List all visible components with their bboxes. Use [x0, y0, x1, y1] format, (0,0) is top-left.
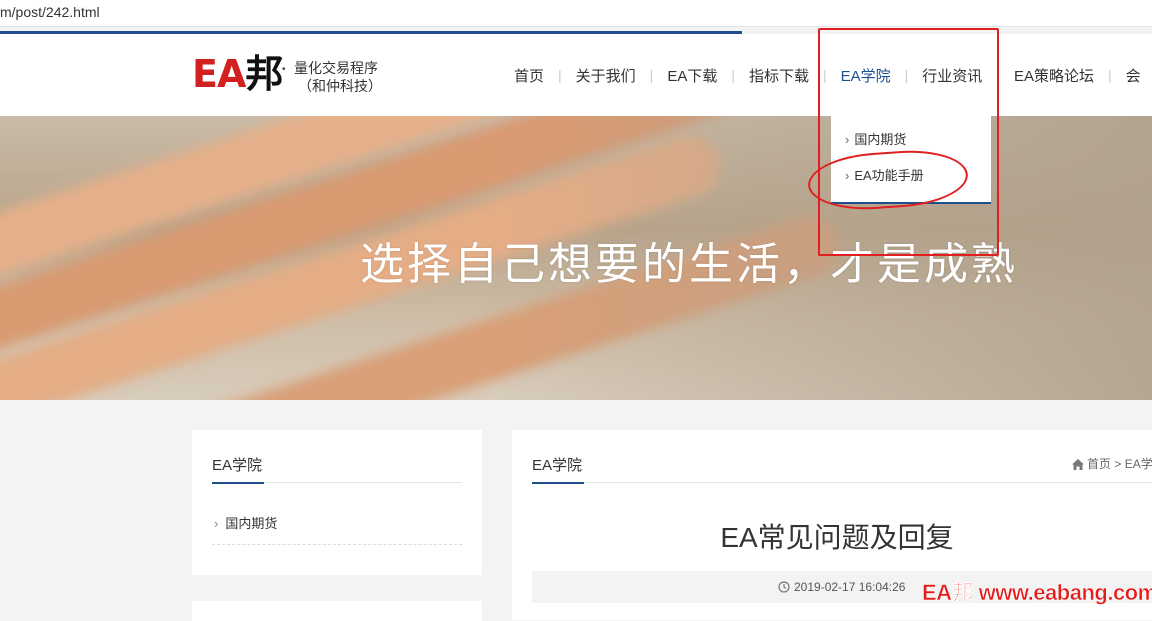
breadcrumb-separator: >	[1114, 457, 1122, 471]
sidebar-divider	[212, 544, 462, 545]
site-watermark: EA邦 www.eabang.com	[922, 580, 1152, 606]
clock-icon	[778, 581, 790, 593]
breadcrumb-home[interactable]: 首页	[1087, 457, 1111, 471]
post-title: EA常见问题及回复	[720, 522, 954, 553]
site-logo[interactable]: EA邦 • 量化交易程序 （和仲科技）	[192, 50, 402, 98]
logo-mark: EA邦	[192, 52, 283, 96]
breadcrumb: 首页 > EA学	[1072, 455, 1152, 472]
post-time: 2019-02-17 16:04:26	[778, 580, 905, 594]
sidebar-title-divider	[212, 482, 462, 484]
url-text: m/post/242.html	[0, 4, 100, 20]
logo-tagline-2: （和仲科技）	[298, 80, 382, 95]
nav-item-about[interactable]: 关于我们	[562, 65, 650, 86]
nav-item-indicator-download[interactable]: 指标下载	[735, 65, 823, 86]
logo-mark-char: 邦	[245, 52, 283, 96]
sidebar-title: EA学院	[212, 457, 263, 474]
chevron-right-icon: ›	[214, 516, 219, 531]
annotation-box	[818, 28, 999, 256]
logo-tagline-1: 量化交易程序	[294, 62, 378, 77]
section-title-divider	[532, 482, 1152, 484]
section-title: EA学院	[532, 457, 583, 474]
logo-dot: •	[282, 64, 286, 75]
nav-item-home[interactable]: 首页	[500, 65, 558, 86]
home-icon	[1072, 459, 1084, 470]
breadcrumb-current[interactable]: EA学	[1125, 457, 1152, 471]
nav-item-ea-download[interactable]: EA下载	[653, 65, 731, 86]
sidebar-panel-2	[192, 601, 482, 621]
nav-item-member[interactable]: 会	[1112, 65, 1152, 86]
address-bar[interactable]: m/post/242.html	[0, 0, 1152, 27]
sidebar-panel: EA学院 › 国内期货	[192, 430, 482, 575]
nav-item-ea-forum[interactable]: EA策略论坛	[1000, 65, 1108, 86]
sidebar-item-domestic-futures[interactable]: › 国内期货	[214, 513, 277, 532]
